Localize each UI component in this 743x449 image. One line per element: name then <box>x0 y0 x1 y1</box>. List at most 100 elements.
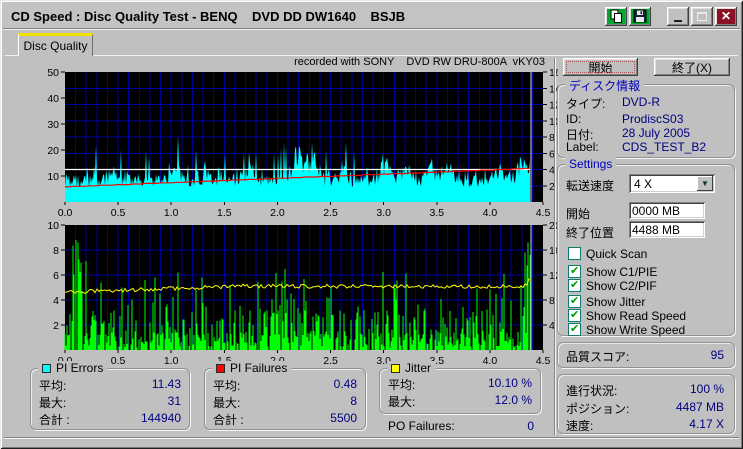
total-label: 合計 : <box>39 413 70 427</box>
pi-failures-group: PI Failures 平均: 0.48 最大: 8 合計 : 5500 <box>204 361 366 430</box>
maximize-icon <box>697 11 707 21</box>
pi-errors-legend-label: PI Errors <box>56 361 104 375</box>
max-label: 最大: <box>39 396 67 410</box>
svg-text:10: 10 <box>47 220 59 232</box>
pie-max-value: 31 <box>167 394 181 408</box>
jitter-swatch <box>391 363 400 373</box>
checkbox-show-c2-pif[interactable]: Show C2/PIF <box>568 278 657 293</box>
quick-scan-checkbox[interactable] <box>568 247 581 260</box>
settings-group: Settings 転送速度 4 X ▼ 開始 終了位置 Quick Scan S… <box>557 157 735 337</box>
jitter-legend-label: Jitter <box>405 361 432 375</box>
svg-text:10: 10 <box>47 171 59 183</box>
jitter-group: Jitter 平均: 10.10 % 最大: 12.0 % <box>379 361 541 414</box>
pi-failures-legend-label: PI Failures <box>230 361 288 375</box>
max-label: 最大: <box>213 396 241 410</box>
avg-label: 平均: <box>39 379 67 393</box>
save-floppy-icon <box>633 9 647 23</box>
pie-average-value: 11.43 <box>151 377 181 391</box>
svg-text:4: 4 <box>53 295 59 307</box>
pi-failures-chart: 108642201612840.00.51.01.52.02.53.03.54.… <box>30 213 561 371</box>
save-button[interactable] <box>629 6 651 26</box>
show-jitter-label: Show Jitter <box>586 294 646 309</box>
disc-type-label: タイプ: <box>566 97 606 111</box>
svg-text:8: 8 <box>53 245 59 257</box>
progress-value: 100 % <box>689 382 724 396</box>
pi-errors-swatch <box>42 363 51 373</box>
max-label: 最大: <box>388 395 416 409</box>
start-pos-input[interactable] <box>629 202 705 219</box>
panel-divider <box>554 58 556 435</box>
checkbox-show-write-speed[interactable]: Show Write Speed <box>568 322 685 337</box>
progress-group: 進行状況: 100 % ポジション: 4487 MB 速度: 4.17 X <box>557 374 735 434</box>
svg-text:2.5: 2.5 <box>323 355 338 367</box>
pif-average-value: 0.48 <box>333 377 357 391</box>
title-bar: CD Speed : Disc Quality Test - BENQ DVD … <box>3 3 740 29</box>
disc-info-group: ディスク情報 タイプ: DVD-R ID: ProdiscS03 日付: 28 … <box>557 77 735 158</box>
maximize-button[interactable] <box>691 6 713 26</box>
show-jitter-checkbox[interactable] <box>568 294 581 308</box>
speed-readout-label: 速度: <box>566 419 594 433</box>
po-failures-label: PO Failures: <box>388 419 455 433</box>
disc-date-value: 28 July 2005 <box>622 126 691 140</box>
show-c1-pie-label: Show C1/PIE <box>586 264 658 279</box>
copy-button[interactable] <box>605 6 627 26</box>
svg-text:4.0: 4.0 <box>483 355 498 367</box>
position-value: 4487 MB <box>675 400 724 414</box>
show-c1-pie-checkbox[interactable] <box>568 264 581 278</box>
jitter-max-value: 12.0 % <box>494 393 532 407</box>
end-pos-input[interactable] <box>629 221 705 238</box>
svg-text:6: 6 <box>53 270 59 282</box>
copy-icon <box>610 9 622 23</box>
disc-info-title: ディスク情報 <box>565 77 645 94</box>
app-window: CD Speed : Disc Quality Test - BENQ DVD … <box>0 0 743 449</box>
speed-readout-value: 4.17 X <box>689 417 724 431</box>
jitter-average-value: 10.10 % <box>487 376 532 390</box>
close-button[interactable]: ✕ <box>715 6 737 26</box>
avg-label: 平均: <box>213 379 241 393</box>
speed-select[interactable]: 4 X ▼ <box>629 174 715 193</box>
start-button[interactable]: 開始 <box>563 58 638 76</box>
speed-select-value: 4 X <box>634 177 653 191</box>
quality-score-group: 品質スコア: 95 <box>557 342 735 368</box>
svg-text:50: 50 <box>47 67 59 79</box>
speed-label: 転送速度 <box>566 179 615 193</box>
show-c2-pif-checkbox[interactable] <box>568 278 581 292</box>
show-read-speed-checkbox[interactable] <box>568 308 581 322</box>
minimize-button[interactable] <box>667 6 689 26</box>
tab-disc-quality[interactable]: Disc Quality <box>18 33 93 56</box>
svg-text:2: 2 <box>53 320 59 332</box>
svg-text:0.5: 0.5 <box>111 355 126 367</box>
minimize-icon <box>674 19 682 22</box>
svg-text:20: 20 <box>47 145 59 157</box>
bottom-edge-line <box>4 437 739 439</box>
total-label: 合計 : <box>213 413 244 427</box>
po-failures-row: PO Failures: 0 <box>388 419 534 435</box>
checkbox-quick-scan[interactable]: Quick Scan <box>568 246 647 261</box>
checkbox-show-jitter[interactable]: Show Jitter <box>568 294 645 309</box>
show-read-speed-label: Show Read Speed <box>586 308 687 323</box>
checkbox-show-read-speed[interactable]: Show Read Speed <box>568 308 686 323</box>
checkbox-show-c1-pie[interactable]: Show C1/PIE <box>568 264 657 279</box>
po-failures-value: 0 <box>527 419 534 433</box>
avg-label: 平均: <box>388 378 416 392</box>
show-write-speed-label: Show Write Speed <box>586 322 686 337</box>
start-pos-label: 開始 <box>566 207 591 221</box>
close-icon: ✕ <box>720 9 732 23</box>
titlebar-buttons: ✕ <box>603 6 737 26</box>
svg-text:1.0: 1.0 <box>164 355 179 367</box>
window-title: CD Speed : Disc Quality Test - BENQ DVD … <box>11 9 406 24</box>
jitter-group-legend: Jitter <box>387 361 436 375</box>
position-label: ポジション: <box>566 402 630 416</box>
exit-button[interactable]: 終了(X) <box>654 58 730 76</box>
svg-text:4.5: 4.5 <box>536 355 551 367</box>
pie-total-value: 144940 <box>140 411 181 425</box>
disc-label-value: CDS_TEST_B2 <box>622 140 707 154</box>
settings-title: Settings <box>565 157 617 171</box>
show-write-speed-checkbox[interactable] <box>568 322 581 336</box>
pi-errors-group-legend: PI Errors <box>38 361 108 375</box>
pi-errors-group: PI Errors 平均: 11.43 最大: 31 合計 : 144940 <box>30 361 190 430</box>
quick-scan-label: Quick Scan <box>586 246 648 261</box>
pif-total-value: 5500 <box>330 411 357 425</box>
chevron-down-icon[interactable]: ▼ <box>697 176 713 191</box>
pi-failures-swatch <box>216 363 225 373</box>
